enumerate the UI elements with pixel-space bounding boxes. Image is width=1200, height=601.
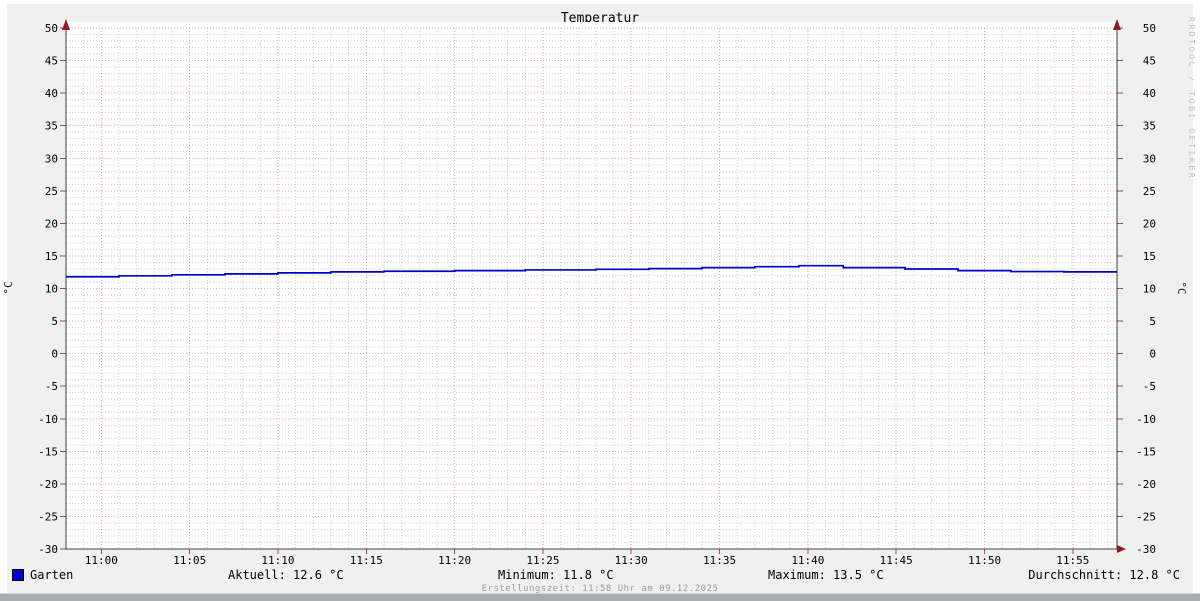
arrow-right-icon: [1117, 545, 1126, 553]
x-tick-label: 11:05: [173, 554, 206, 567]
y-tick-label-right: 0: [1149, 348, 1156, 361]
y-tick-label-right: 5: [1149, 315, 1156, 328]
y-tick-label-left: 0: [51, 348, 58, 361]
y-tick-label-left: -5: [45, 380, 58, 393]
y-tick-label-left: 25: [45, 185, 58, 198]
y-tick-label-right: -15: [1136, 445, 1156, 458]
y-tick-label-left: 10: [45, 283, 58, 296]
rrdtool-graph: Temperatur 50 50 45 45 40 40 35 35 30 30 25 25 20 20 1…: [0, 0, 1200, 601]
plot-area: 50 5045 4540 4035 3530 3025 2520 2015 1510 105 50 0…: [2, 17, 1196, 567]
x-tick-label: 11:30: [615, 554, 648, 567]
y-tick-label-left: 45: [45, 55, 58, 68]
y-tick-label-right: 30: [1143, 152, 1156, 165]
y-unit-label-right: °C: [1175, 281, 1188, 294]
y-tick-label-right: -25: [1136, 510, 1156, 523]
rrdtool-watermark: RRDTOOL / TOBI OETIKER: [1187, 17, 1196, 180]
x-tick-label: 11:10: [261, 554, 294, 567]
x-tick-label: 11:50: [968, 554, 1001, 567]
y-unit-label-left: °C: [2, 281, 15, 294]
x-tick-label: 11:40: [791, 554, 824, 567]
y-tick-label-left: -15: [38, 445, 58, 458]
y-tick-label-right: 50: [1143, 22, 1156, 35]
y-tick-label-left: 30: [45, 152, 58, 165]
y-tick-label-left: 15: [45, 250, 58, 263]
legend-label-garten: Garten: [30, 568, 74, 582]
y-tick-label-left: -10: [38, 413, 58, 426]
y-tick-label-right: 45: [1143, 55, 1156, 68]
y-tick-label-left: -30: [38, 543, 58, 556]
x-tick-label: 11:25: [526, 554, 559, 567]
x-tick-label: 11:55: [1056, 554, 1089, 567]
x-tick-label: 11:00: [85, 554, 118, 567]
stat-maximum: Maximum: 13.5 °C: [768, 568, 884, 582]
y-tick-label-left: 5: [51, 315, 58, 328]
y-tick-label-right: 10: [1143, 283, 1156, 296]
y-tick-label-left: -25: [38, 510, 58, 523]
plot-canvas: [66, 22, 1117, 549]
x-tick-label: 11:35: [703, 554, 736, 567]
x-tick-label: 11:20: [438, 554, 471, 567]
y-tick-label-left: 50: [45, 22, 58, 35]
y-tick-label-right: -5: [1143, 380, 1156, 393]
legend-color-swatch-garten: [12, 569, 24, 581]
y-tick-label-right: 20: [1143, 217, 1156, 230]
x-tick-label: 11:15: [350, 554, 383, 567]
stat-minimum: Minimum: 11.8 °C: [498, 568, 614, 582]
y-tick-label-right: 15: [1143, 250, 1156, 263]
x-tick-label: 11:45: [880, 554, 913, 567]
y-tick-label-right: -10: [1136, 413, 1156, 426]
y-tick-label-right: -20: [1136, 478, 1156, 491]
y-tick-label-right: -30: [1136, 543, 1156, 556]
y-tick-label-right: 25: [1143, 185, 1156, 198]
y-tick-label-left: 35: [45, 120, 58, 133]
stat-aktuell: Aktuell: 12.6 °C: [228, 568, 344, 582]
y-tick-label-right: 40: [1143, 87, 1156, 100]
y-tick-label-right: 35: [1143, 120, 1156, 133]
y-tick-label-left: -20: [38, 478, 58, 491]
stat-durchschnitt: Durchschnitt: 12.8 °C: [1028, 568, 1180, 582]
y-tick-label-left: 40: [45, 87, 58, 100]
y-tick-label-left: 20: [45, 217, 58, 230]
